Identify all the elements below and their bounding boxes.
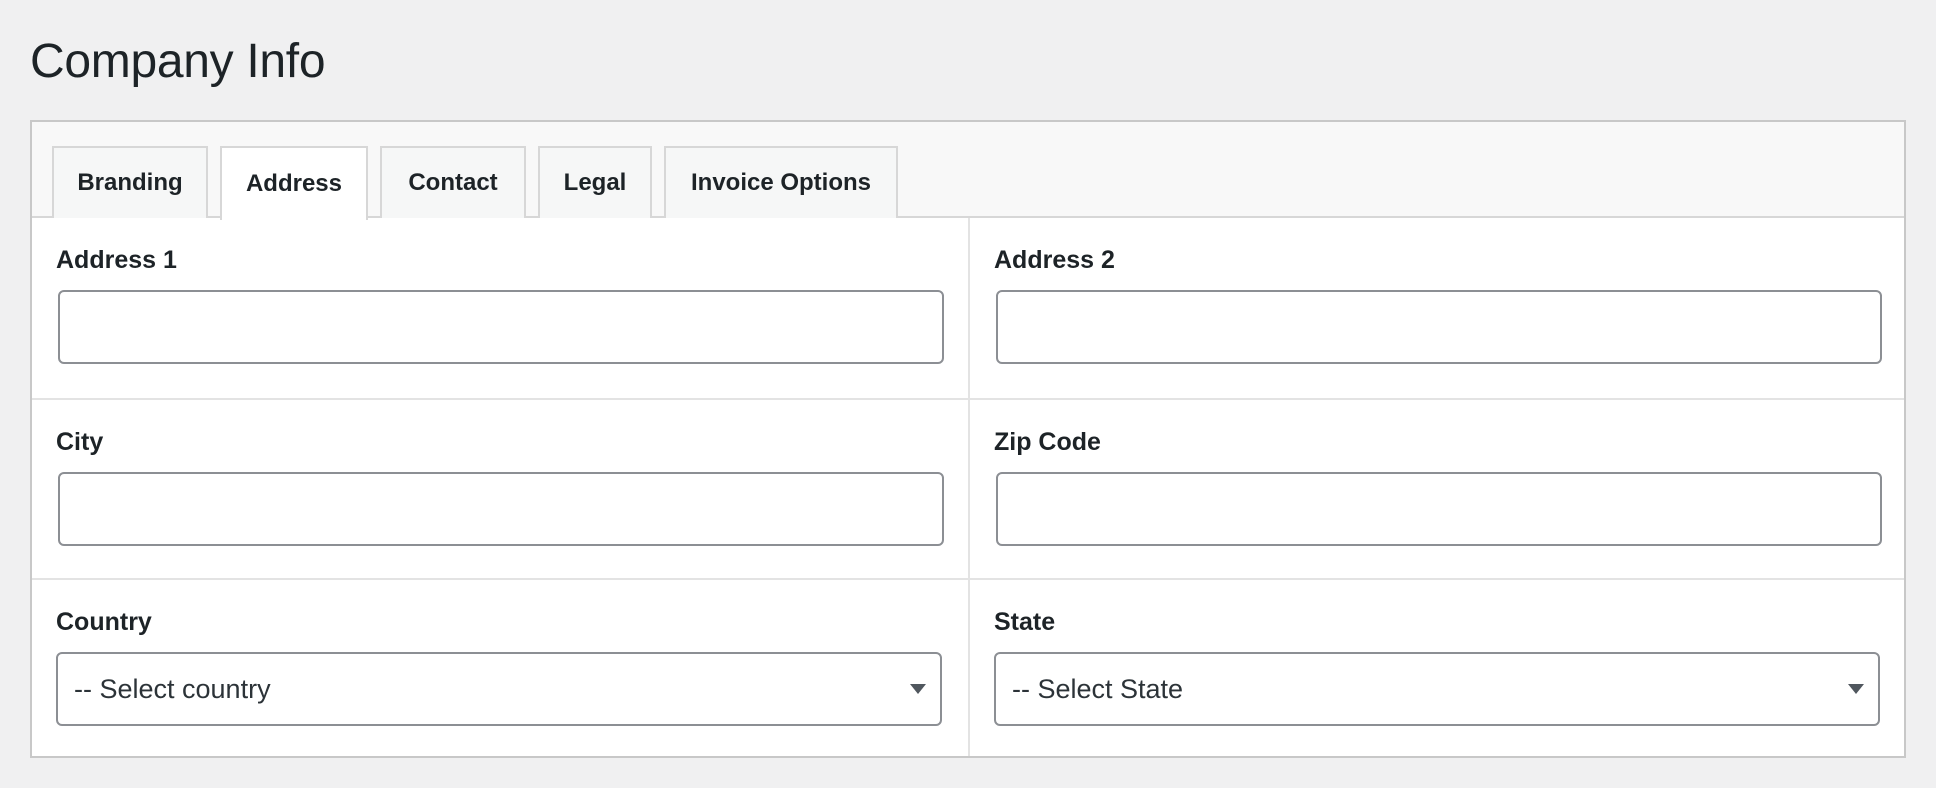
country-select[interactable]: -- Select country <box>56 652 942 726</box>
tab-address[interactable]: Address <box>220 146 368 220</box>
state-label: State <box>994 608 1056 636</box>
address2-input[interactable] <box>996 290 1882 364</box>
tab-bar: Branding Address Contact Legal Invoice O… <box>32 122 1904 220</box>
state-select-value: -- Select State <box>1012 673 1184 704</box>
city-label: City <box>56 428 104 456</box>
state-select[interactable]: -- Select State <box>994 652 1880 726</box>
country-select-value: -- Select country <box>74 673 271 704</box>
field-state: State -- Select State <box>970 580 1904 756</box>
address2-label: Address 2 <box>994 246 1115 274</box>
zip-label: Zip Code <box>994 428 1101 456</box>
form-row-city: City Zip Code <box>32 398 1904 578</box>
page-title: Company Info <box>30 35 326 88</box>
field-zip: Zip Code <box>970 400 1904 578</box>
field-country: Country -- Select country <box>32 580 968 756</box>
field-address2: Address 2 <box>970 218 1904 398</box>
form-row-address: Address 1 Address 2 <box>32 218 1904 398</box>
caret-down-icon <box>1848 684 1864 694</box>
address1-input[interactable] <box>58 290 944 364</box>
address1-label: Address 1 <box>56 246 177 274</box>
tab-branding[interactable]: Branding <box>52 146 208 218</box>
caret-down-icon <box>910 684 926 694</box>
company-info-panel: Branding Address Contact Legal Invoice O… <box>30 120 1906 758</box>
form-row-country: Country -- Select country State -- Selec… <box>32 578 1904 756</box>
tab-contact[interactable]: Contact <box>380 146 526 218</box>
tab-invoice-options[interactable]: Invoice Options <box>664 146 898 218</box>
tab-legal[interactable]: Legal <box>538 146 652 218</box>
field-city: City <box>32 400 968 578</box>
zip-input[interactable] <box>996 472 1882 546</box>
field-address1: Address 1 <box>32 218 968 398</box>
city-input[interactable] <box>58 472 944 546</box>
country-label: Country <box>56 608 152 636</box>
